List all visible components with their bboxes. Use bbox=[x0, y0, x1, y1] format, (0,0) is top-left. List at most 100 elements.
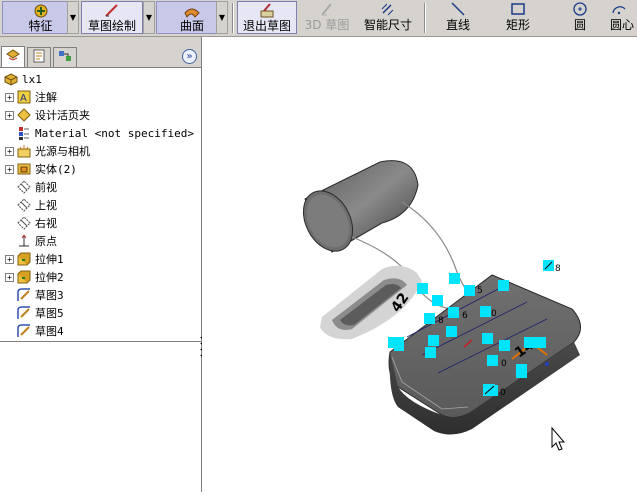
tree-item-label: 右视 bbox=[35, 217, 57, 230]
features-dropdown[interactable]: ▼ bbox=[67, 1, 79, 34]
tree-item-origin[interactable]: 原点 bbox=[5, 232, 57, 250]
smart-dimension-label: 智能尺寸 bbox=[363, 18, 412, 32]
tree-item-label: 拉伸2 bbox=[35, 271, 64, 284]
relation-marker[interactable] bbox=[428, 335, 439, 346]
smart-dimension-icon bbox=[379, 1, 397, 18]
command-manager-toolbar: 特征 ▼ 草图绘制 ▼ 曲面 ▼ 退出草图 3D 草图 智能尺寸 直线 矩形 圆… bbox=[0, 0, 637, 37]
relation-marker[interactable] bbox=[432, 295, 443, 306]
solid-bodies-icon bbox=[16, 161, 32, 177]
relation-marker-vertical[interactable] bbox=[394, 337, 404, 351]
expand-icon[interactable]: + bbox=[5, 110, 14, 120]
extrude-icon bbox=[16, 251, 32, 267]
sketch-icon bbox=[16, 323, 32, 339]
graphics-viewport[interactable]: 42 14 8 5 8 6 0 0 0 bbox=[202, 37, 637, 492]
expand-icon[interactable]: + bbox=[5, 272, 14, 282]
base-plate[interactable] bbox=[388, 274, 581, 435]
tree-item-lights-cameras[interactable]: + 光源与相机 bbox=[5, 142, 90, 160]
relation-marker[interactable] bbox=[449, 273, 460, 284]
sketch-icon bbox=[16, 305, 32, 321]
extrude-icon bbox=[16, 269, 32, 285]
relation-marker[interactable] bbox=[425, 347, 436, 358]
chevron-down-icon: ▼ bbox=[69, 13, 77, 22]
relation-marker[interactable] bbox=[417, 283, 428, 294]
features-icon bbox=[32, 2, 50, 19]
line-button[interactable]: 直线 bbox=[430, 1, 486, 34]
tree-item-design-binder[interactable]: + 设计活页夹 bbox=[5, 106, 90, 124]
cylinder-body[interactable] bbox=[294, 160, 419, 260]
relation-marker[interactable] bbox=[535, 337, 546, 348]
relation-label: 0 bbox=[500, 388, 506, 398]
tree-item-label: 设计活页夹 bbox=[35, 109, 90, 122]
tree-item-sketch3[interactable]: 草图3 bbox=[5, 286, 64, 304]
material-icon bbox=[16, 125, 32, 141]
relation-marker[interactable] bbox=[498, 280, 509, 291]
configuration-manager-icon bbox=[57, 48, 73, 67]
smart-dimension-button[interactable]: 智能尺寸 bbox=[357, 1, 419, 34]
sketch-draw-dropdown[interactable]: ▼ bbox=[143, 1, 155, 34]
tree-item-solid-bodies[interactable]: + 实体(2) bbox=[5, 160, 77, 178]
lights-icon bbox=[16, 143, 32, 159]
feature-tree: lx1 + A 注解 + 设计活页夹 Material <not specifi… bbox=[0, 68, 201, 342]
circle-button[interactable]: 圆 bbox=[552, 1, 608, 34]
origin-icon bbox=[16, 233, 32, 249]
relation-marker[interactable] bbox=[424, 313, 435, 324]
tree-item-extrude1[interactable]: + 拉伸1 bbox=[5, 250, 64, 268]
model-view[interactable]: 42 14 8 5 8 6 0 0 0 bbox=[202, 37, 637, 492]
surface-dropdown[interactable]: ▼ bbox=[216, 1, 228, 34]
center-arc-icon bbox=[610, 1, 628, 18]
relation-label: 5 bbox=[477, 286, 483, 296]
rectangle-button[interactable]: 矩形 bbox=[490, 1, 546, 34]
sketch-point[interactable] bbox=[545, 362, 549, 366]
feature-manager-panel: » lx1 + A 注解 + 设计活页夹 Material <not speci… bbox=[0, 37, 202, 492]
expand-icon[interactable]: + bbox=[5, 254, 14, 264]
tree-item-right-plane[interactable]: 右视 bbox=[5, 214, 57, 232]
expand-icon[interactable]: + bbox=[5, 164, 14, 174]
tree-item-label: Material <not specified> bbox=[35, 126, 194, 140]
tree-item-sketch4[interactable]: 草图4 bbox=[5, 322, 64, 340]
tree-item-sketch5[interactable]: 草图5 bbox=[5, 304, 64, 322]
relation-marker[interactable] bbox=[482, 333, 493, 344]
exit-sketch-button[interactable]: 退出草图 bbox=[237, 1, 297, 34]
surface-label: 曲面 bbox=[179, 19, 204, 33]
tree-item-annotations[interactable]: + A 注解 bbox=[5, 88, 57, 106]
tab-configuration-manager[interactable] bbox=[53, 47, 77, 67]
relation-marker[interactable] bbox=[499, 340, 510, 351]
feature-tree-icon bbox=[5, 48, 21, 67]
design-binder-icon bbox=[16, 107, 32, 123]
expand-icon[interactable]: + bbox=[5, 146, 14, 156]
relation-marker[interactable] bbox=[464, 285, 475, 296]
relation-marker[interactable] bbox=[446, 326, 457, 337]
tree-item-material[interactable]: Material <not specified> bbox=[5, 124, 194, 142]
relation-marker-top-right[interactable] bbox=[543, 260, 554, 271]
sketch-draw-tab-button[interactable]: 草图绘制 bbox=[81, 1, 143, 34]
exit-sketch-label: 退出草图 bbox=[242, 19, 291, 33]
chevron-down-icon: ▼ bbox=[218, 13, 226, 22]
relation-marker-lower[interactable] bbox=[483, 384, 495, 396]
tree-item-label: 草图4 bbox=[35, 325, 64, 338]
relation-label: 0 bbox=[491, 309, 497, 319]
center-arc-button[interactable]: 圆心 bbox=[610, 1, 637, 34]
collapse-panel-button[interactable]: » bbox=[182, 49, 197, 64]
plane-icon bbox=[16, 197, 32, 213]
tree-item-label: 实体(2) bbox=[35, 163, 77, 176]
tree-item-label: 拉伸1 bbox=[35, 253, 64, 266]
tab-property-manager[interactable] bbox=[27, 47, 51, 67]
tree-item-extrude2[interactable]: + 拉伸2 bbox=[5, 268, 64, 286]
surface-icon bbox=[183, 2, 201, 19]
tree-item-label: 原点 bbox=[35, 235, 57, 248]
annotation-icon: A bbox=[16, 89, 32, 105]
features-label: 特征 bbox=[28, 19, 53, 33]
tree-item-front-plane[interactable]: 前视 bbox=[5, 178, 57, 196]
relation-marker[interactable] bbox=[487, 355, 498, 366]
sketch-3d-button[interactable]: 3D 草图 bbox=[300, 1, 354, 34]
tree-root[interactable]: lx1 bbox=[3, 70, 42, 88]
relation-marker[interactable] bbox=[516, 364, 527, 378]
sketch-draw-icon bbox=[103, 2, 121, 19]
tab-feature-manager[interactable] bbox=[1, 46, 25, 67]
tree-item-label: 注解 bbox=[35, 91, 57, 104]
tree-item-top-plane[interactable]: 上视 bbox=[5, 196, 57, 214]
relation-marker[interactable] bbox=[480, 306, 491, 317]
relation-marker[interactable] bbox=[448, 307, 459, 318]
expand-icon[interactable]: + bbox=[5, 92, 14, 102]
relation-marker[interactable] bbox=[524, 337, 535, 348]
